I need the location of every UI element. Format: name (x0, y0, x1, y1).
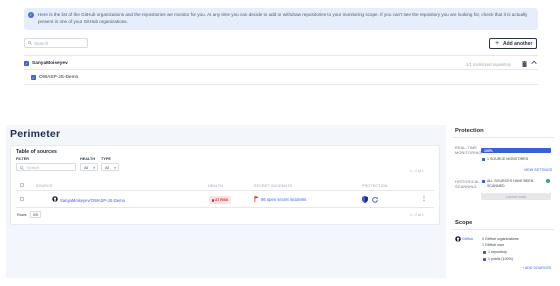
column-health[interactable]: HEALTH (208, 184, 223, 188)
health-value: All (84, 165, 89, 170)
perimeter-title: Perimeter (10, 128, 61, 140)
progress-text: 100% (484, 148, 493, 153)
scanned-text: ALL SOURCES HAVE BEEN SCANNED (487, 179, 534, 188)
pager-bottom: 1 - 1 of 1 (410, 213, 424, 217)
pager-top: 1 - 1 of 1 (410, 169, 424, 173)
add-sources-label: ADD SOURCES (524, 266, 552, 270)
rows-label: Rows (17, 213, 27, 217)
scope-title: Scope (455, 220, 473, 226)
scope-public: 1 public (100%) (488, 257, 513, 261)
type-value: All (105, 165, 110, 170)
type-select[interactable]: All ▾ (101, 163, 119, 171)
incidents-link[interactable]: 66 open secret incidents (261, 197, 306, 202)
risk-dot-icon (211, 199, 214, 202)
search-input[interactable]: Search (24, 38, 88, 48)
divider (16, 190, 434, 191)
column-source[interactable]: SOURCE (36, 184, 53, 188)
select-all-checkbox[interactable] (20, 183, 24, 187)
org-name: SanyaMoiseyev (32, 61, 68, 66)
info-banner: i Here is the list of the GitHub organiz… (24, 8, 538, 30)
realtime-label: REAL-TIME MONITORING (455, 146, 482, 155)
row-source-link[interactable]: SanyaMoiseyev/OWASP-JS-Demo (60, 198, 125, 203)
type-label: TYPE (101, 157, 111, 161)
github-icon (52, 196, 58, 204)
org-checkbox[interactable]: ✓ (24, 61, 29, 66)
divider (452, 137, 554, 138)
row-menu-icon[interactable]: ⋮ (421, 195, 427, 202)
launch-scan-label: Launch scan (505, 194, 527, 199)
filter-search-input[interactable]: Search (16, 163, 76, 171)
check-icon: ✓ (546, 179, 550, 183)
launch-scan-button[interactable]: Launch scan (481, 193, 551, 200)
divider (24, 69, 538, 70)
search-icon (28, 41, 32, 45)
row-checkbox[interactable] (20, 197, 24, 201)
chevron-down-icon: ▾ (114, 165, 116, 170)
bullet-icon (482, 158, 485, 161)
protection-title: Protection (455, 128, 484, 134)
bullet-icon (483, 258, 486, 261)
github-icon (455, 236, 461, 244)
shield-icon (362, 196, 368, 203)
rows-per-page-select[interactable]: 5/5 (30, 211, 41, 218)
search-placeholder: Search (34, 41, 49, 46)
scope-orgs: 0 GitHub organizations (482, 237, 519, 241)
view-settings-link[interactable]: VIEW SETTINGS (524, 168, 552, 172)
filter-placeholder: Search (27, 165, 40, 170)
status-badge: AT RISK (209, 196, 231, 204)
health-select[interactable]: All ▾ (80, 163, 98, 171)
plus-icon: + (495, 40, 500, 47)
scope-provider: GitHub (462, 237, 474, 241)
chevron-down-icon: ▾ (93, 165, 95, 170)
monitored-count: 1/1 monitored repository (466, 62, 512, 67)
scope-repos: 1 repository (488, 250, 507, 254)
divider (24, 55, 538, 56)
column-secret-incidents[interactable]: SECRET INCIDENTS (254, 184, 292, 188)
bullet-icon (483, 251, 486, 254)
column-protection: PROTECTION (362, 184, 388, 188)
search-icon (20, 166, 24, 170)
scope-users: 1 GitHub user (482, 243, 505, 247)
add-sources-link[interactable]: + ADD SOURCES (522, 266, 551, 270)
table-title: Table of sources (16, 149, 57, 155)
health-label: HEALTH (80, 157, 96, 161)
chevron-up-icon[interactable] (531, 60, 537, 67)
divider (24, 84, 538, 85)
add-another-label: Add another (503, 41, 533, 47)
add-another-button[interactable]: + Add another (489, 38, 537, 49)
rows-value: 5/5 (33, 213, 38, 217)
trash-icon[interactable] (522, 61, 527, 69)
repo-checkbox[interactable]: ✓ (31, 75, 36, 80)
divider (452, 229, 554, 230)
sources-monitored: 1 SOURCE MONITORED (487, 157, 529, 161)
status-badge-label: AT RISK (215, 198, 229, 202)
info-icon: i (28, 12, 34, 18)
historical-label: HISTORICAL SCANNING (455, 180, 480, 189)
info-banner-text: Here is the list of the GitHub organizat… (38, 12, 528, 24)
incident-flag-icon (254, 196, 259, 204)
repo-name: OWASP-JS-Demo (39, 75, 79, 80)
divider (16, 207, 434, 208)
bullet-icon (482, 180, 485, 183)
filter-label: FILTER (16, 157, 30, 161)
refresh-icon (372, 197, 378, 203)
